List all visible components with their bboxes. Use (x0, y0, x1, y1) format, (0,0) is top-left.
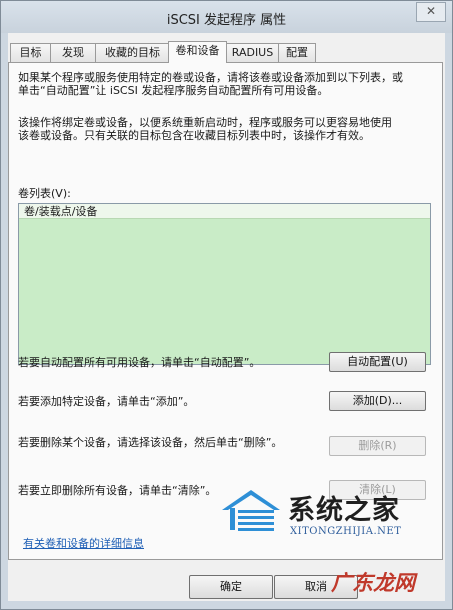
window-title: iSCSI 发起程序 属性 (166, 13, 287, 28)
remove-text: 若要删除某个设备，请选择该设备，然后单击“删除”。 (18, 436, 283, 449)
tab-radius[interactable]: RADIUS (226, 43, 279, 62)
tab-targets[interactable]: 目标 (10, 43, 51, 62)
autoconfig-text: 若要自动配置所有可用设备，请单击“自动配置”。 (18, 356, 261, 369)
intro-paragraph-1: 如果某个程序或服务使用特定的卷或设备，请将该卷或设备添加到以下列表，或 单击“自… (18, 71, 428, 97)
clear-text: 若要立即删除所有设备，请单击“清除”。 (18, 484, 217, 497)
properties-dialog: iSCSI 发起程序 属性 ✕ 目标 发现 收藏的目标 卷和设备 RADIUS … (0, 0, 453, 610)
volume-list[interactable]: 卷/装载点/设备 (18, 203, 431, 365)
autoconfigure-button[interactable]: 自动配置(U) (329, 352, 426, 372)
intro2-line1: 该操作将绑定卷或设备，以便系统重新启动时，程序或服务可以更容易地使用 (18, 116, 392, 129)
tab-strip: 目标 发现 收藏的目标 卷和设备 RADIUS 配置 (8, 41, 445, 63)
add-button[interactable]: 添加(D)... (329, 391, 426, 411)
close-icon: ✕ (425, 4, 437, 18)
tab-configuration[interactable]: 配置 (278, 43, 316, 62)
intro1-line1: 如果某个程序或服务使用特定的卷或设备，请将该卷或设备添加到以下列表，或 (18, 71, 403, 84)
add-text: 若要添加特定设备，请单击“添加”。 (18, 395, 195, 408)
site-watermark: 系统之家 XITONGZHIJIA.NET (216, 486, 431, 544)
tab-favorite-targets[interactable]: 收藏的目标 (95, 43, 170, 62)
title-bar[interactable]: iSCSI 发起程序 属性 ✕ (1, 1, 452, 33)
column-header-volume[interactable]: 卷/装载点/设备 (19, 204, 430, 219)
close-button[interactable]: ✕ (416, 2, 446, 22)
volume-list-label: 卷列表(V): (18, 187, 71, 200)
intro2-line2: 该卷或设备。只有关联的目标包含在收藏目标列表中时，该操作才有效。 (18, 129, 370, 142)
house-logo-icon (222, 490, 280, 531)
intro-paragraph-2: 该操作将绑定卷或设备，以便系统重新启动时，程序或服务可以更容易地使用 该卷或设备… (18, 116, 428, 142)
watermark-site2: 广东龙网 (331, 571, 415, 595)
tab-discovery[interactable]: 发现 (50, 43, 96, 62)
watermark-site-url: XITONGZHIJIA.NET (290, 526, 402, 537)
tab-volumes-devices[interactable]: 卷和设备 (168, 41, 227, 63)
remove-button[interactable]: 删除(R) (329, 436, 426, 456)
intro1-line2: 单击“自动配置”让 iSCSI 发起程序服务自动配置所有可用设备。 (18, 84, 329, 97)
watermark-site-name: 系统之家 (288, 495, 400, 526)
details-link[interactable]: 有关卷和设备的详细信息 (23, 535, 144, 551)
ok-button[interactable]: 确定 (189, 575, 273, 599)
